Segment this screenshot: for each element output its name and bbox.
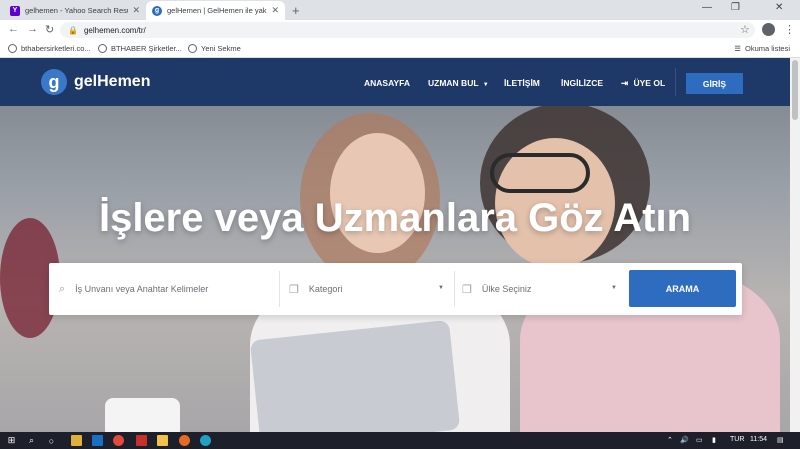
outlook-taskbar-icon[interactable] — [92, 435, 103, 446]
language-indicator[interactable]: TUR — [730, 436, 744, 443]
nav-divider — [675, 68, 676, 96]
logo-text: gelHemen — [74, 73, 151, 90]
search-button[interactable]: ARAMA — [629, 270, 736, 307]
globe-icon — [8, 44, 17, 53]
website-viewport: g gelHemen ANASAYFA UZMAN BUL ▼ İLETİŞİM… — [0, 58, 790, 432]
hero-background-photo — [0, 58, 790, 432]
category-select[interactable]: ❐ Kategori — [289, 263, 449, 315]
globe-icon — [188, 44, 197, 53]
bookmark-item[interactable]: BTHABER Şirketler... — [98, 44, 182, 53]
category-icon: ❐ — [289, 283, 299, 296]
clock[interactable]: 11:54 — [750, 436, 767, 443]
reading-list-icon: ☰ — [734, 44, 741, 53]
file-explorer-taskbar-icon[interactable] — [71, 435, 82, 446]
gelhemen-favicon-icon: g — [152, 5, 162, 16]
edge-taskbar-icon[interactable] — [200, 435, 211, 446]
reload-icon[interactable]: ↻ — [45, 23, 54, 36]
bookmarks-bar: bthabersirketleri.co... BTHABER Şirketle… — [0, 40, 800, 58]
country-select[interactable]: ❐ Ülke Seçiniz — [462, 263, 622, 315]
bookmark-item[interactable]: bthabersirketleri.co... — [8, 44, 91, 53]
nav-signup-label: ÜYE OL — [633, 78, 666, 88]
field-divider — [454, 271, 455, 307]
task-view-icon[interactable]: ○ — [46, 435, 57, 446]
reading-list-label: Okuma listesi — [744, 44, 790, 53]
lock-icon: 🔒 — [68, 25, 78, 35]
close-tab-icon[interactable]: ✕ — [271, 5, 279, 16]
hero-headline: İşlere veya Uzmanlara Göz Atın — [98, 196, 692, 240]
bookmark-label: BTHABER Şirketler... — [111, 44, 182, 53]
acrobat-taskbar-icon[interactable] — [136, 435, 147, 446]
category-caret-icon[interactable]: ▼ — [438, 285, 444, 291]
folder-taskbar-icon[interactable] — [157, 435, 168, 446]
browser-tab-strip: Y gelhemen - Yahoo Search Results ✕ g ge… — [0, 0, 800, 20]
minimize-icon[interactable]: — — [702, 2, 712, 13]
tab-yahoo-search[interactable]: Y gelhemen - Yahoo Search Results ✕ — [4, 1, 146, 20]
url-text: gelhemen.com/tr/ — [83, 25, 146, 35]
battery-icon[interactable]: ▮ — [712, 436, 716, 444]
category-label: Kategori — [308, 284, 343, 294]
nav-find-expert-link[interactable]: UZMAN BUL ▼ — [428, 78, 489, 88]
nav-contact-link[interactable]: İLETİŞİM — [504, 78, 540, 88]
reading-list[interactable]: ☰ Okuma listesi — [734, 44, 790, 53]
globe-icon — [98, 44, 107, 53]
country-icon: ❐ — [462, 283, 472, 296]
windows-taskbar: ⊞ ⌕ ○ ⌃ 🔊 ▭ ▮ TUR 11:54 ▤ — [0, 432, 800, 449]
notifications-icon[interactable]: ▤ — [777, 436, 784, 444]
tablet — [249, 319, 461, 432]
search-panel: ⌕ İş Unvanı veya Anahtar Kelimeler ❐ Kat… — [49, 263, 742, 315]
yahoo-favicon-icon: Y — [10, 5, 20, 16]
firefox-taskbar-icon[interactable] — [179, 435, 190, 446]
nav-signup-link[interactable]: ⇥ ÜYE OL — [621, 78, 665, 89]
bookmark-star-icon[interactable]: ☆ — [740, 23, 750, 36]
bookmark-label: bthabersirketleri.co... — [21, 44, 91, 53]
nav-english-link[interactable]: İNGİLİZCE — [561, 78, 603, 88]
maximize-icon[interactable]: ❐ — [731, 2, 740, 13]
scrollbar-thumb[interactable] — [792, 60, 798, 120]
nav-find-expert-label: UZMAN BUL — [428, 78, 479, 88]
windows-start-icon[interactable]: ⊞ — [6, 435, 17, 446]
profile-avatar[interactable] — [762, 23, 775, 36]
coffee-cup — [105, 398, 180, 432]
caret-down-icon: ▼ — [482, 82, 489, 88]
bookmark-label: Yeni Sekme — [201, 44, 241, 53]
network-icon[interactable]: ▭ — [696, 436, 703, 444]
volume-icon[interactable]: 🔊 — [680, 436, 689, 444]
signup-icon: ⇥ — [621, 78, 629, 88]
close-tab-icon[interactable]: ✕ — [132, 5, 140, 16]
field-divider — [279, 271, 280, 307]
login-button[interactable]: GİRİŞ — [686, 73, 743, 94]
menu-icon[interactable]: ⋮ — [784, 23, 795, 36]
site-logo[interactable]: g gelHemen — [41, 69, 150, 95]
taskbar-search-icon[interactable]: ⌕ — [26, 435, 37, 446]
chrome-taskbar-icon[interactable] — [113, 435, 124, 446]
site-header: g gelHemen ANASAYFA UZMAN BUL ▼ İLETİŞİM… — [0, 58, 790, 106]
tab-title: gelhemen - Yahoo Search Results — [25, 6, 129, 15]
bookmark-item[interactable]: Yeni Sekme — [188, 44, 241, 53]
browser-toolbar: ← → ↻ 🔒 gelhemen.com/tr/ ☆ ⋮ — [0, 20, 800, 40]
new-tab-icon[interactable]: + — [292, 3, 300, 18]
search-icon: ⌕ — [59, 282, 66, 295]
forward-icon[interactable]: → — [27, 23, 38, 35]
page-scrollbar[interactable] — [790, 58, 800, 432]
glasses — [490, 153, 590, 193]
nav-home-link[interactable]: ANASAYFA — [364, 78, 410, 88]
country-caret-icon[interactable]: ▼ — [611, 285, 617, 291]
keyword-placeholder: İş Unvanı veya Anahtar Kelimeler — [75, 284, 209, 294]
show-hidden-icons[interactable]: ⌃ — [667, 436, 673, 444]
tab-title: gelHemen | GelHemen ile yakını — [167, 6, 268, 15]
close-window-icon[interactable]: ✕ — [775, 2, 783, 13]
keyword-search-input[interactable]: ⌕ İş Unvanı veya Anahtar Kelimeler — [59, 263, 274, 315]
country-label: Ülke Seçiniz — [481, 284, 532, 294]
logo-mark-icon: g — [41, 69, 67, 95]
address-bar[interactable]: 🔒 gelhemen.com/tr/ — [60, 22, 755, 38]
tab-gelhemen[interactable]: g gelHemen | GelHemen ile yakını ✕ — [146, 1, 285, 20]
back-icon[interactable]: ← — [8, 23, 19, 35]
